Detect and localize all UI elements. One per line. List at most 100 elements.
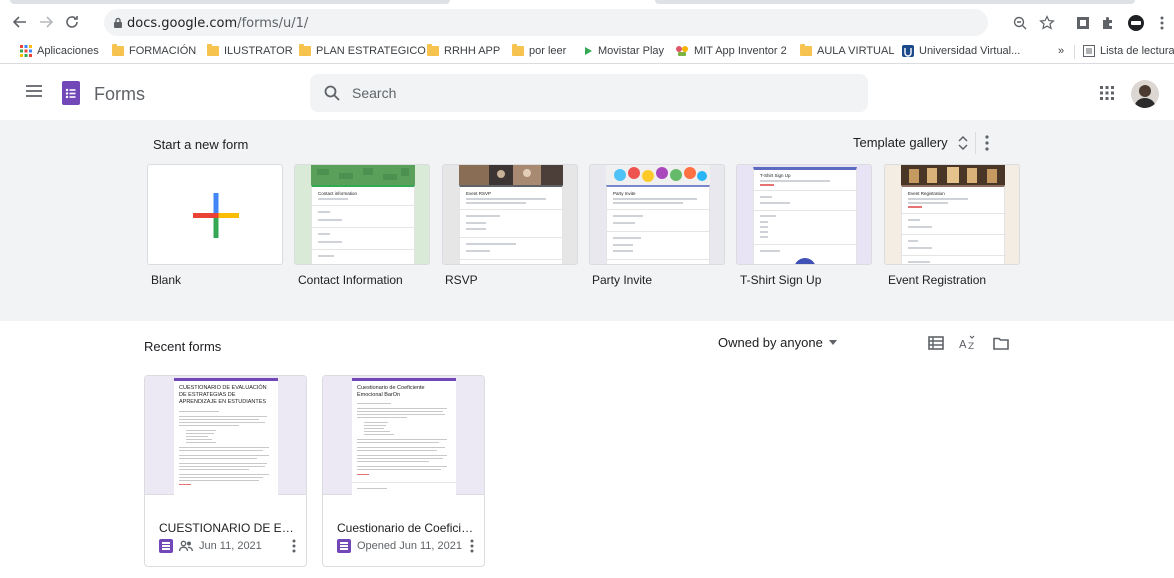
extensions-button[interactable] [1099, 14, 1117, 32]
sort-button[interactable]: AZ [958, 334, 980, 352]
search-box[interactable] [310, 74, 868, 112]
user-avatar-icon [1134, 85, 1156, 108]
bookmark-label: Lista de lectura [1100, 45, 1174, 57]
bookmark-formacion[interactable]: FORMACIÓN [112, 44, 197, 57]
list-view-button[interactable] [927, 334, 945, 352]
template-label: Contact Information [298, 273, 403, 287]
tshirt-image [794, 258, 816, 264]
owner-filter-dropdown[interactable]: Owned by anyone [718, 335, 837, 350]
file-picker-button[interactable] [992, 334, 1010, 352]
form-name[interactable]: CUESTIONARIO DE EVAL... [159, 521, 299, 535]
reload-icon [66, 16, 78, 28]
svg-text:A: A [959, 338, 967, 351]
apps-grid-icon [20, 45, 32, 57]
search-input[interactable] [352, 83, 852, 103]
bookmark-aula-virtual[interactable]: AULA VIRTUAL [800, 44, 894, 57]
template-label: Party Invite [592, 273, 653, 287]
url-text[interactable]: docs.google.com/forms/u/1/ [127, 16, 308, 31]
address-bar-row: docs.google.com/forms/u/1/ [0, 6, 1174, 38]
more-vert-icon [1160, 16, 1164, 30]
template-event-registration[interactable]: Event Registration [884, 164, 1020, 265]
forms-mini-icon [159, 539, 173, 553]
template-blank[interactable] [147, 164, 283, 265]
preview-title: Cuestionario de Coeficiente Emocional Ba… [357, 385, 425, 398]
app-title[interactable]: Forms [94, 84, 145, 105]
university-icon [902, 45, 914, 57]
balloons-image [614, 167, 707, 182]
forward-button[interactable] [36, 12, 56, 32]
bookmark-rrhh-app[interactable]: RRHH APP [427, 44, 500, 57]
back-button[interactable] [10, 12, 30, 32]
bookmarks-bar: Aplicaciones FORMACIÓN ILUSTRATOR PLAN E… [0, 40, 1174, 64]
recent-form-card[interactable]: Cuestionario de Coeficiente Emocional Ba… [322, 375, 485, 567]
browser-tab[interactable] [655, 0, 1135, 4]
form-preview: CUESTIONARIO DE EVALUACIÓN DE ESTRATEGIA… [174, 378, 278, 495]
header-image [311, 165, 415, 185]
party-photo-image [459, 165, 563, 185]
bookmark-ilustrator[interactable]: ILUSTRATOR [207, 44, 293, 57]
search-icon[interactable] [324, 85, 340, 101]
list-view-icon [928, 336, 944, 350]
bookmark-movistar-play[interactable]: Movistar Play [583, 45, 664, 57]
template-label: Blank [151, 273, 182, 287]
bookmark-plan-estrategico[interactable]: PLAN ESTRATEGICO [299, 44, 426, 57]
folder-icon [112, 44, 124, 56]
form-preview: T-Shirt Sign Up [753, 167, 858, 264]
google-apps-icon[interactable] [1100, 86, 1114, 100]
avatar[interactable] [1131, 80, 1159, 108]
bookmark-universidad-virtual[interactable]: Universidad Virtual... [902, 45, 1020, 57]
bookmark-label: Aplicaciones [37, 45, 99, 57]
template-party-invite[interactable]: Party Invite [589, 164, 725, 265]
more-vert-icon[interactable] [470, 539, 474, 553]
folder-icon [800, 44, 812, 56]
forms-mini-icon [337, 539, 351, 553]
folder-icon [993, 337, 1009, 350]
profile-extension-button[interactable] [1126, 14, 1146, 32]
browser-tab[interactable] [10, 0, 450, 4]
more-vert-icon[interactable] [985, 135, 989, 151]
bookmark-apps[interactable]: Aplicaciones [20, 45, 99, 57]
browser-menu-button[interactable] [1153, 14, 1171, 32]
recent-form-card[interactable]: CUESTIONARIO DE EVALUACIÓN DE ESTRATEGIA… [144, 375, 307, 567]
bookmark-por-leer[interactable]: por leer [512, 44, 567, 57]
template-label: Event Registration [888, 273, 987, 287]
folder-icon [512, 44, 524, 56]
reading-list-button[interactable]: Lista de lectura [1083, 45, 1174, 57]
bookmark-label: Universidad Virtual... [919, 45, 1021, 57]
bookmark-star-button[interactable] [1038, 14, 1056, 32]
template-label: T-Shirt Sign Up [740, 273, 822, 287]
template-rsvp[interactable]: Event RSVP [442, 164, 578, 265]
svg-text:Z: Z [968, 342, 974, 351]
form-preview: Contact information [311, 185, 416, 264]
hamburger-menu-icon[interactable] [26, 85, 42, 97]
bookmark-label: ILUSTRATOR [224, 45, 293, 57]
start-new-form-heading: Start a new form [153, 137, 249, 152]
more-vert-icon[interactable] [292, 539, 296, 553]
bookmark-mit-app-inventor[interactable]: MIT App Inventor 2 [675, 45, 787, 57]
bookmark-label: Movistar Play [598, 45, 665, 57]
extension-button[interactable] [1074, 14, 1092, 32]
url-path: /forms/u/1/ [237, 16, 309, 31]
bookmarks-overflow-button[interactable]: » [1058, 45, 1064, 57]
url-host: docs.google.com [127, 16, 238, 31]
template-tshirt-sign-up[interactable]: T-Shirt Sign Up [736, 164, 872, 265]
recent-forms-heading: Recent forms [144, 339, 222, 354]
reload-button[interactable] [62, 12, 82, 32]
profile-badge-icon [1128, 15, 1144, 31]
forms-logo-glyph [65, 88, 76, 99]
play-icon [585, 47, 592, 55]
forms-logo-icon[interactable] [62, 81, 80, 105]
puzzle-icon [1103, 17, 1112, 29]
bookmark-label: FORMACIÓN [129, 45, 197, 57]
folder-icon [427, 44, 439, 56]
zoom-button[interactable] [1011, 14, 1029, 32]
bookmark-label: por leer [529, 45, 567, 57]
form-date: Jun 11, 2021 [199, 540, 262, 552]
form-meta: Opened Jun 11, 2021 [337, 539, 462, 553]
form-preview: Cuestionario de Coeficiente Emocional Ba… [352, 378, 456, 495]
app-header: Forms [0, 64, 1174, 120]
template-gallery-button[interactable]: Template gallery [853, 135, 968, 150]
template-contact-information[interactable]: Contact information [294, 164, 430, 265]
form-name[interactable]: Cuestionario de Coeficie... [337, 521, 477, 535]
form-thumbnail: CUESTIONARIO DE EVALUACIÓN DE ESTRATEGIA… [145, 376, 306, 495]
